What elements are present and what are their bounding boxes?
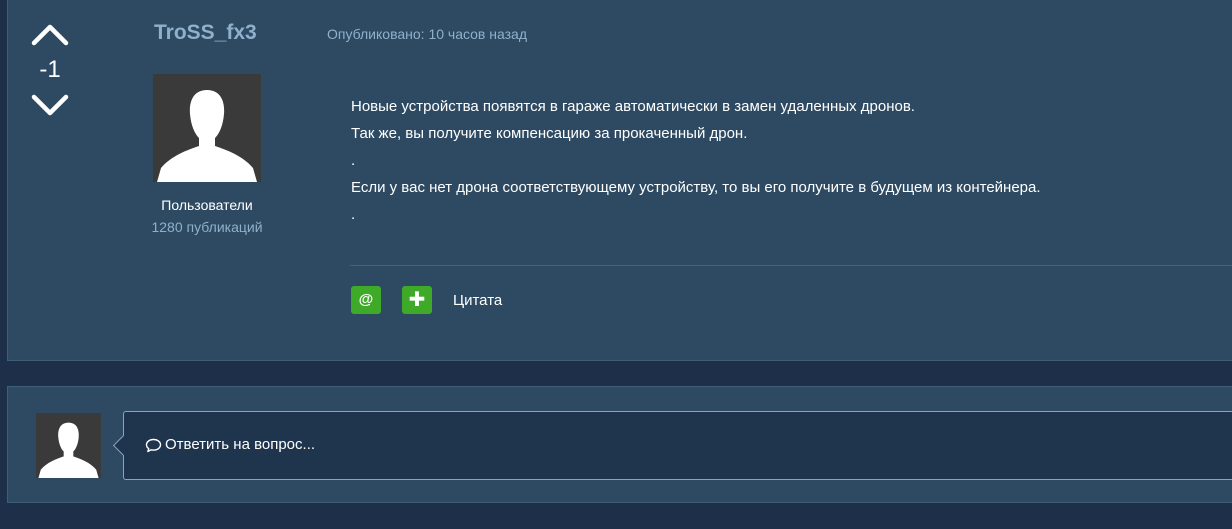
content-line: . — [351, 206, 356, 223]
vote-up-icon[interactable] — [31, 21, 69, 47]
content-line: Новые устройства появятся в гараже автом… — [351, 98, 915, 115]
mention-button[interactable]: @ — [351, 286, 381, 314]
author-name[interactable]: TroSS_fx3 — [154, 19, 257, 47]
quote-button[interactable]: Цитата — [453, 291, 502, 311]
reply-prompt-text: Ответить на вопрос... — [165, 436, 316, 453]
content-line: . — [351, 152, 356, 169]
published-time: Опубликовано: 10 часов назад — [327, 26, 527, 42]
speech-bubble-icon — [145, 438, 162, 452]
author-avatar[interactable] — [153, 74, 261, 182]
content-line: Если у вас нет дрона соответствующему ус… — [351, 179, 1041, 196]
post-content: Новые устройства появятся в гараже автом… — [351, 93, 1231, 228]
reply-box-pointer — [112, 434, 135, 457]
user-silhouette-icon — [36, 413, 101, 478]
user-silhouette-icon — [153, 74, 261, 182]
user-group: Пользователи — [161, 197, 253, 213]
content-line: Так же, вы получите компенсацию за прока… — [351, 125, 748, 142]
current-user-avatar — [36, 413, 101, 478]
reply-area: Ответить на вопрос... — [7, 386, 1232, 503]
reply-prompt: Ответить на вопрос... — [145, 435, 315, 455]
post-container: -1 TroSS_fx3 Опубликовано: 10 часов наза… — [7, 0, 1232, 361]
vote-down-icon[interactable] — [31, 93, 69, 119]
vote-count: -1 — [39, 56, 61, 83]
content-divider — [350, 265, 1232, 266]
reply-input[interactable]: Ответить на вопрос... — [112, 411, 1232, 480]
multiquote-add-button[interactable]: ✚ — [402, 286, 432, 314]
user-post-count: 1280 публикаций — [151, 219, 263, 235]
